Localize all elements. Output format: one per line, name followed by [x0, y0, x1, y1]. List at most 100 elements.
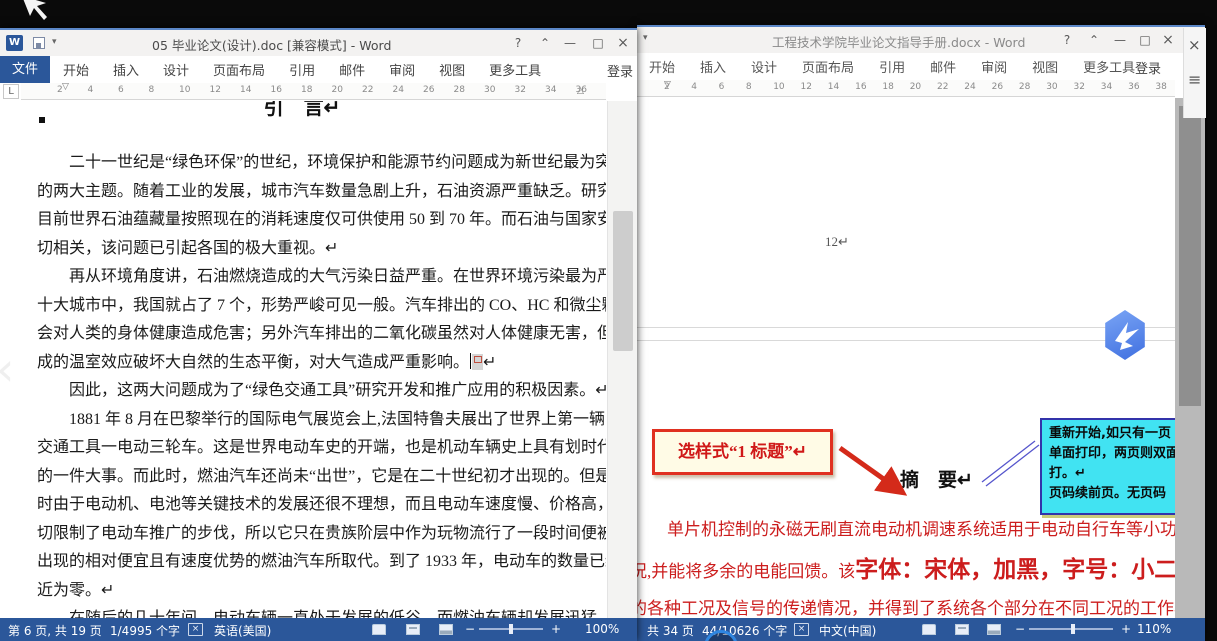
help-button[interactable]: ?	[1057, 31, 1077, 49]
document-area[interactable]: 引 言↵ 二十一世纪是“绿色环保”的世纪，环境保护和能源节约问题成为新世纪最为突…	[0, 101, 637, 618]
sign-in-link[interactable]: 登录	[607, 61, 633, 80]
doc-line: 时由于电动机、电池等关键技术的发展还很不理想，而且电动车速度慢、价格高，这一	[37, 491, 603, 520]
tab-file[interactable]: 文件	[0, 56, 50, 83]
tab-1[interactable]: 插入	[700, 57, 726, 76]
ribbon-display-options-button[interactable]: ⌃	[535, 34, 555, 52]
minimize-button[interactable]: —	[1110, 31, 1130, 49]
page-setup-note-box[interactable]: 重新开始,如只有一页单面打印，两页则双面打。↵页码续前页。无页码	[1040, 418, 1175, 515]
word-count[interactable]: 1/4995 个字	[110, 622, 180, 639]
ruler-number: 36	[1128, 82, 1139, 92]
close-icon[interactable]: ×	[1188, 36, 1201, 54]
titlebar[interactable]: ▾ 工程技术学院毕业论文指导手册.docx - Word ? ⌃ — □ ×	[637, 27, 1205, 53]
zoom-percentage[interactable]: 110%	[1137, 622, 1171, 636]
zoom-slider[interactable]	[479, 628, 543, 630]
zoom-slider[interactable]	[1029, 628, 1113, 630]
tab-8[interactable]: 更多工具	[1083, 57, 1135, 76]
document-body: 二十一世纪是“绿色环保”的世纪，环境保护和能源节约问题成为新世纪最为突出的两大主…	[37, 149, 603, 618]
zoom-out-button[interactable]: −	[1015, 622, 1025, 636]
tab-4[interactable]: 引用	[879, 57, 905, 76]
ruler-number: 6	[118, 85, 124, 95]
ruler-number: 6	[719, 82, 725, 92]
print-layout-icon[interactable]	[406, 624, 420, 635]
tab-5[interactable]: 邮件	[930, 57, 956, 76]
web-layout-icon[interactable]	[987, 624, 1001, 635]
blue-connector-line	[982, 441, 1035, 482]
ribbon-display-options-button[interactable]: ⌃	[1084, 31, 1104, 49]
page-boundary-line	[637, 327, 1175, 328]
ruler-number: 14	[828, 82, 839, 92]
web-layout-icon[interactable]	[439, 624, 453, 635]
tab-4[interactable]: 页面布局	[213, 60, 265, 79]
ruler-number: 34	[1101, 82, 1112, 92]
zoom-slider-thumb[interactable]	[1071, 624, 1075, 634]
quick-access-dropdown-icon[interactable]: ▾	[643, 33, 648, 43]
back-arrow-icon[interactable]	[16, 0, 52, 24]
read-mode-icon[interactable]	[372, 624, 386, 635]
tab-1[interactable]: 开始	[63, 60, 89, 79]
ruler-number: 28	[1019, 82, 1030, 92]
first-line-indent-marker[interactable]: ▽	[62, 83, 69, 92]
tab-2[interactable]: 插入	[113, 60, 139, 79]
vertical-scrollbar[interactable]	[1175, 98, 1205, 618]
ruler-number: 22	[362, 85, 373, 95]
save-icon[interactable]	[33, 37, 45, 49]
proofing-errors-icon[interactable]: ×	[188, 623, 203, 636]
word-window-guide: ▾ 工程技术学院毕业论文指导手册.docx - Word ? ⌃ — □ × 开…	[637, 25, 1205, 641]
ribbon-tabs: 文件开始 插入 设计 页面布局 引用 邮件 审阅 视图 更多工具	[0, 56, 637, 83]
tab-9[interactable]: 更多工具	[489, 60, 541, 79]
previous-chevron-icon[interactable]: ‹	[0, 342, 14, 396]
page-count[interactable]: 共 34 页	[647, 622, 694, 639]
doc-line: 出现的相对便宜且有速度优势的燃油汽车所取代。到了 1933 年，电动车的数量已经…	[37, 548, 603, 577]
scrollbar-thumb[interactable]	[1179, 106, 1201, 406]
zoom-slider-thumb[interactable]	[509, 624, 513, 634]
ruler-number: 14	[240, 85, 251, 95]
zoom-percentage[interactable]: 100%	[585, 622, 619, 636]
format-mark-icon	[472, 354, 483, 370]
print-layout-icon[interactable]	[955, 624, 969, 635]
maximize-button[interactable]: □	[1135, 31, 1155, 49]
ruler-number: 30	[1046, 82, 1057, 92]
read-mode-icon[interactable]	[922, 624, 936, 635]
language-indicator[interactable]: 英语(美国)	[214, 622, 271, 639]
ruler-number: 34	[545, 85, 556, 95]
tab-7[interactable]: 审阅	[389, 60, 415, 79]
document-area[interactable]: 12↵ 选样式“1 标题”↵ 摘 要↵ 重新开始,如只有一页单面打印，两页则双面…	[637, 98, 1175, 618]
thunder-download-icon[interactable]	[1103, 310, 1147, 360]
page-count[interactable]: 第 6 页, 共 19 页	[8, 622, 102, 639]
tab-selector[interactable]: L	[3, 84, 19, 99]
zoom-out-button[interactable]: −	[465, 622, 475, 636]
font-instruction-text: 字体：宋体，加黑，字号：小二	[855, 557, 1175, 582]
close-button[interactable]: ×	[1158, 31, 1178, 49]
close-button[interactable]: ×	[613, 34, 633, 52]
tab-6[interactable]: 审阅	[981, 57, 1007, 76]
word-logo-icon: W	[6, 35, 23, 51]
zoom-in-button[interactable]: +	[551, 622, 561, 636]
ruler-number: 8	[149, 85, 155, 95]
tab-3[interactable]: 页面布局	[802, 57, 854, 76]
tab-3[interactable]: 设计	[163, 60, 189, 79]
sign-in-link[interactable]: 登录	[1135, 58, 1161, 77]
proofing-errors-icon[interactable]: ×	[794, 623, 809, 636]
tab-5[interactable]: 引用	[289, 60, 315, 79]
tab-7[interactable]: 视图	[1032, 57, 1058, 76]
language-indicator[interactable]: 中文(中国)	[819, 622, 876, 639]
menu-icon[interactable]: ≡	[1188, 70, 1201, 89]
maximize-button[interactable]: □	[588, 34, 608, 52]
ruler-number: 32	[515, 85, 526, 95]
document-page[interactable]: 引 言↵ 二十一世纪是“绿色环保”的世纪，环境保护和能源节约问题成为新世纪最为突…	[21, 101, 606, 618]
ruler-number: 18	[301, 85, 312, 95]
style-callout-box[interactable]: 选样式“1 标题”↵	[652, 429, 833, 475]
titlebar[interactable]: W ▾ 05 毕业论文(设计).doc [兼容模式] - Word ? ⌃ — …	[0, 30, 637, 56]
tab-0[interactable]: 开始	[649, 57, 675, 76]
scrollbar-thumb[interactable]	[613, 211, 633, 351]
minimize-button[interactable]: —	[560, 34, 580, 52]
tab-8[interactable]: 视图	[439, 60, 465, 79]
red-annotation-line: 况,并能将多余的电能回馈。该字体：宋体，加黑，字号：小二	[637, 547, 1175, 592]
help-button[interactable]: ?	[508, 34, 528, 52]
quick-access-dropdown-icon[interactable]: ▾	[52, 37, 57, 47]
tab-2[interactable]: 设计	[751, 57, 777, 76]
vertical-scrollbar[interactable]	[607, 101, 637, 618]
tab-6[interactable]: 邮件	[339, 60, 365, 79]
doc-line: 因此，这两大问题成为了“绿色交通工具”研究开发和推广应用的积极因素。↵	[37, 377, 603, 406]
zoom-in-button[interactable]: +	[1121, 622, 1131, 636]
